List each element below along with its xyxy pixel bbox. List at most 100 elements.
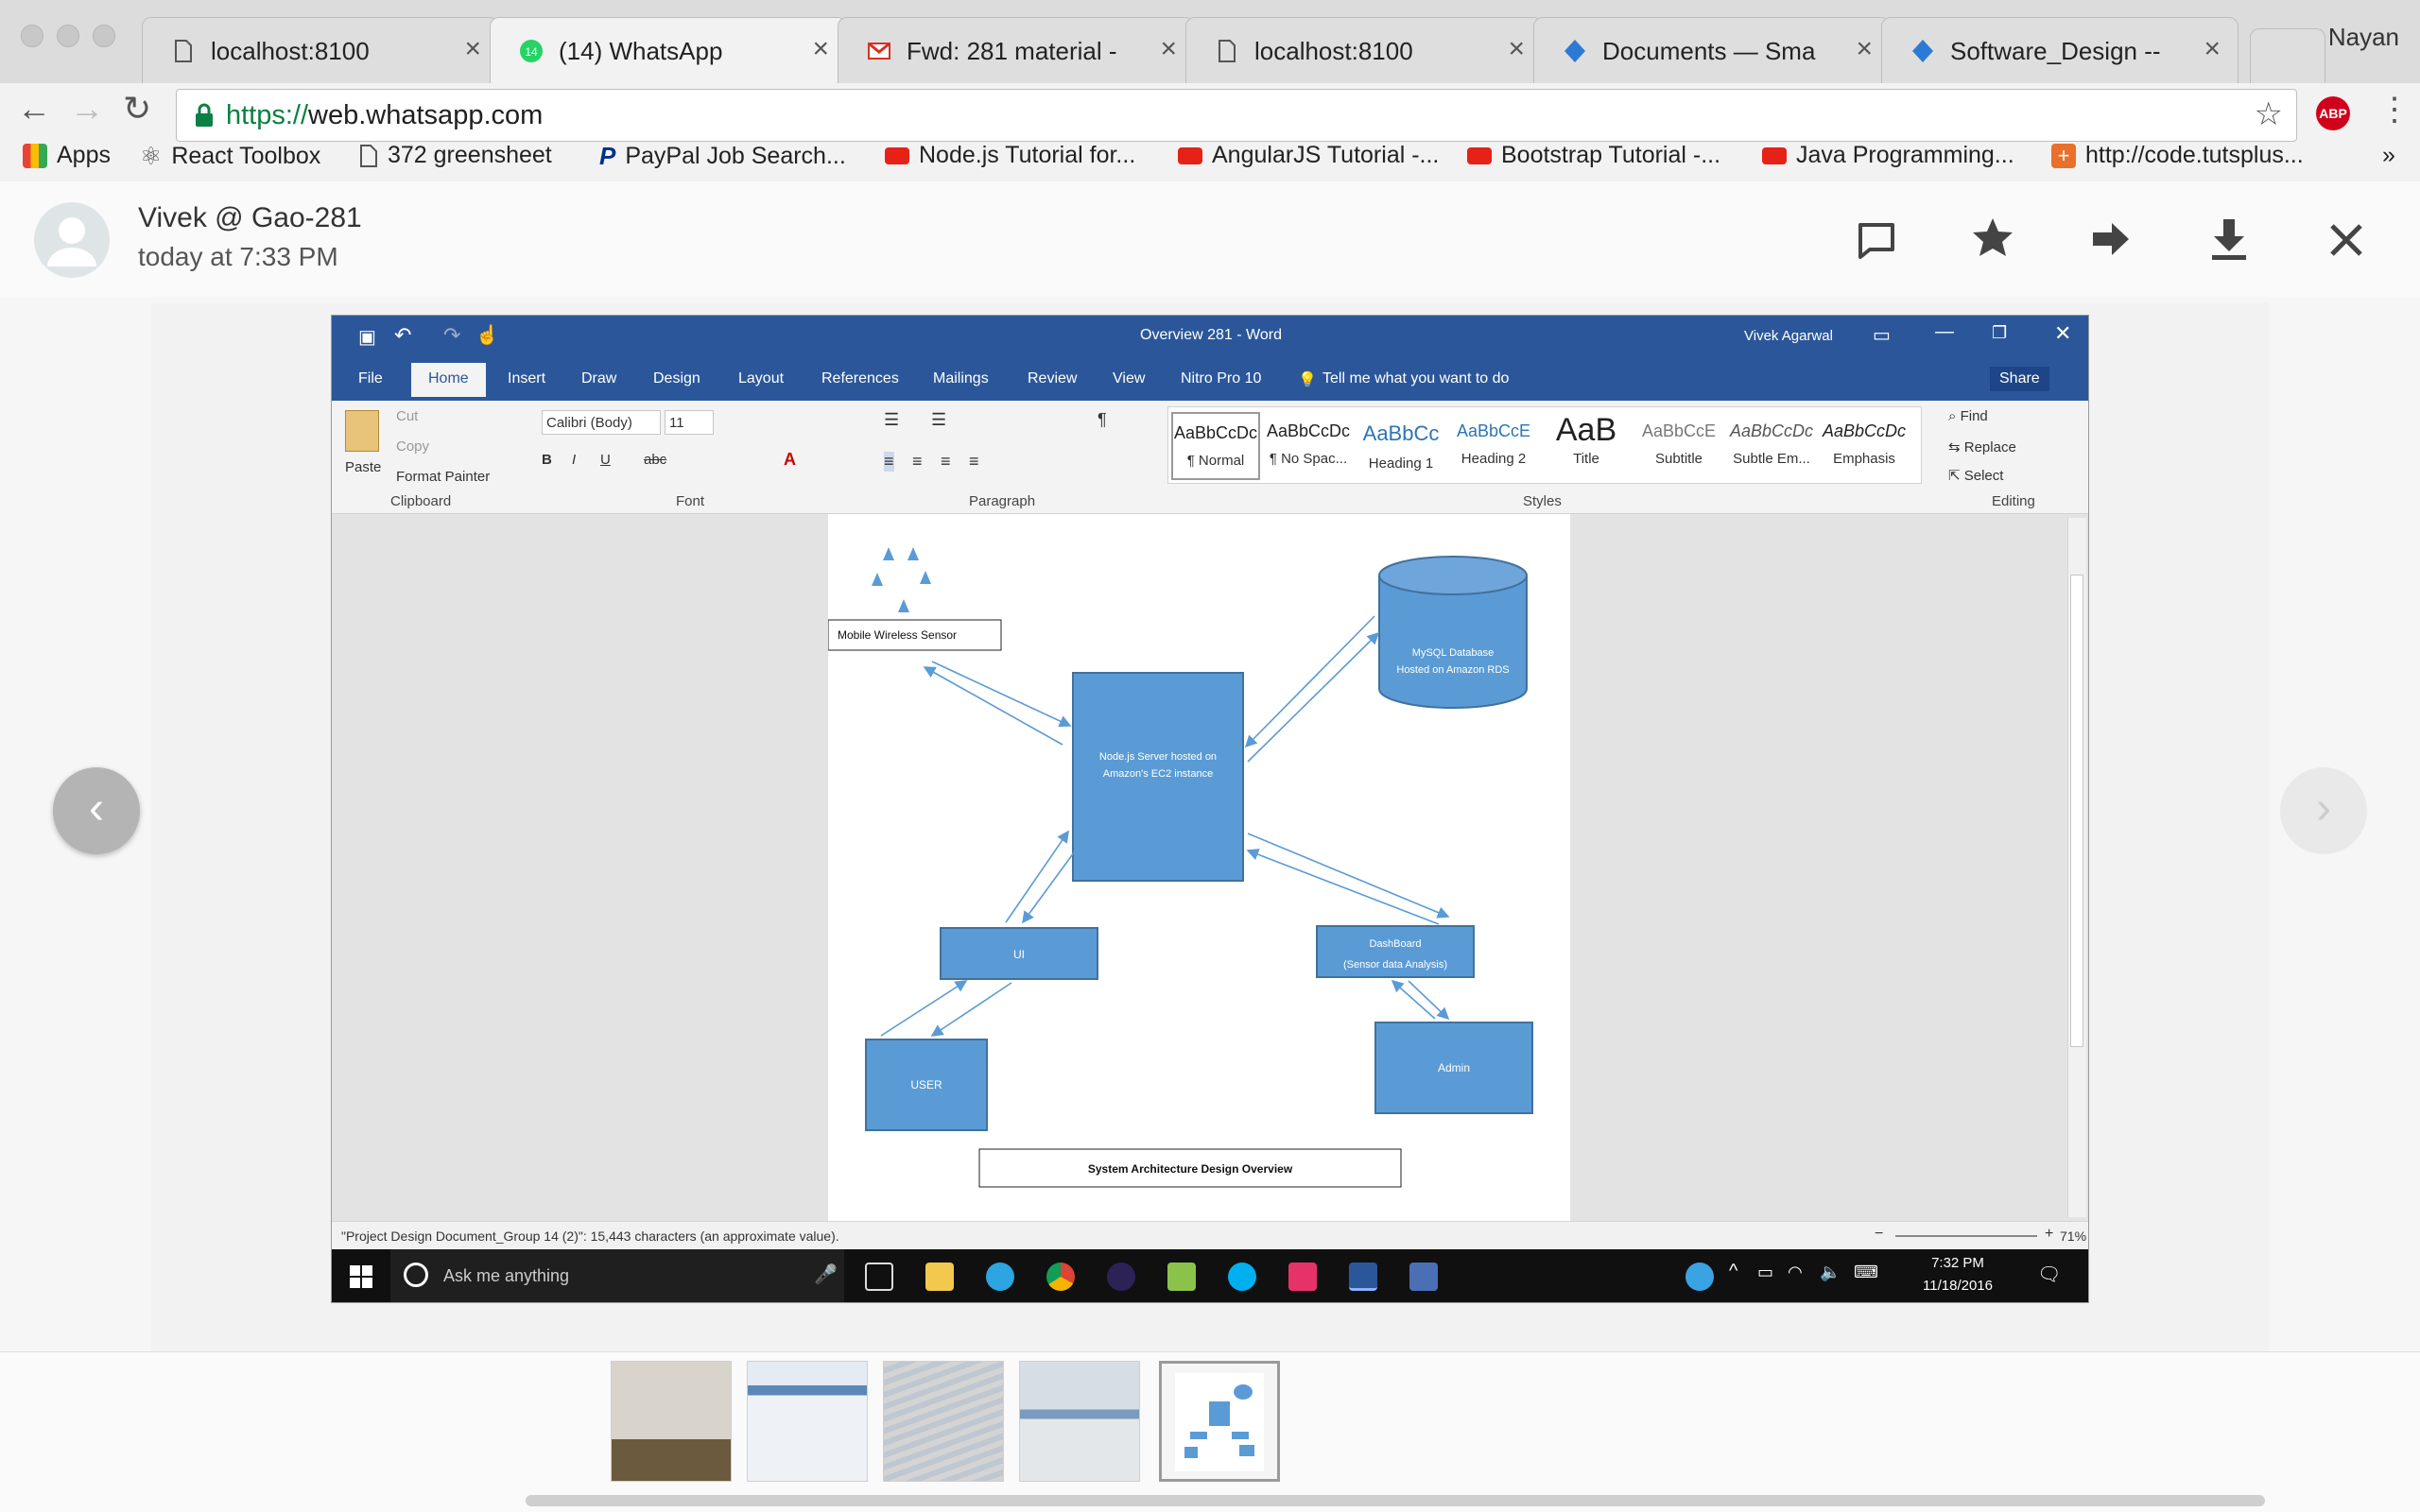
paste-label[interactable]: Paste (345, 459, 381, 475)
restore-icon[interactable]: ❐ (1992, 323, 2007, 343)
tab-references[interactable]: References (821, 370, 899, 387)
browser-tab[interactable]: localhost:8100 × (142, 17, 499, 83)
window-close-button[interactable] (21, 25, 43, 47)
back-arrow-icon[interactable]: ← (17, 89, 51, 129)
style-title[interactable]: AaB Title (1542, 412, 1631, 480)
vertical-scrollbar[interactable] (2067, 518, 2086, 1217)
replace-button[interactable]: ⇆ Replace (1948, 438, 2016, 455)
next-media-button[interactable]: › (2280, 767, 2367, 854)
cortana-search-box[interactable]: Ask me anything 🎤 (390, 1249, 844, 1302)
bookmark-item[interactable]: + http://code.tutsplus... (2051, 142, 2304, 169)
chevron-up-icon[interactable]: ^ (1729, 1261, 1737, 1282)
microphone-icon[interactable]: 🎤 (814, 1263, 838, 1286)
bookmark-star-icon[interactable]: ☆ (2255, 95, 2283, 133)
network-app-icon[interactable] (1409, 1263, 1438, 1291)
browser-tab-active[interactable]: 14 (14) WhatsApp × (490, 17, 847, 83)
spreadsheet-app-icon[interactable] (1167, 1263, 1196, 1291)
bookmark-item[interactable]: 372 greensheet (359, 142, 552, 169)
browser-tab[interactable]: localhost:8100 × (1185, 17, 1543, 83)
tab-nitro[interactable]: Nitro Pro 10 (1181, 370, 1261, 387)
tab-review[interactable]: Review (1028, 370, 1077, 387)
copy-button[interactable]: Copy (396, 438, 429, 455)
media-thumbnail-selected[interactable] (1159, 1361, 1280, 1482)
bookmark-item[interactable]: Bootstrap Tutorial -... (1467, 142, 1720, 169)
star-icon[interactable] (1970, 215, 2015, 261)
style-heading-1[interactable]: AaBbCc Heading 1 (1357, 412, 1445, 480)
bold-icon[interactable]: B (542, 452, 552, 468)
minimize-icon[interactable]: — (1935, 321, 1954, 343)
document-page[interactable]: Mobile Wireless Sensor MySQL Database Ho… (827, 514, 1570, 1221)
menu-kebab-icon[interactable]: ⋮ (2378, 91, 2411, 129)
account-name[interactable]: Vivek Agarwal (1744, 328, 1833, 344)
download-icon[interactable] (2208, 217, 2250, 261)
paste-icon[interactable] (345, 410, 379, 452)
zoom-percent[interactable]: 71% (2060, 1228, 2086, 1244)
media-thumbnail[interactable] (883, 1361, 1004, 1482)
tab-close-icon[interactable]: × (1160, 33, 1177, 65)
task-view-icon[interactable] (865, 1263, 893, 1291)
browser-tab[interactable]: Documents — SmartDr × (1533, 17, 1891, 83)
zoom-in-icon[interactable]: + (2045, 1226, 2053, 1243)
numbering-icon[interactable]: ☰ (931, 410, 946, 430)
telegram-icon[interactable] (986, 1263, 1014, 1291)
eclipse-icon[interactable] (1107, 1263, 1135, 1291)
tab-view[interactable]: View (1113, 370, 1145, 387)
media-thumbnail[interactable] (747, 1361, 868, 1482)
bookmark-item[interactable]: P PayPal Job Search... (599, 142, 846, 171)
tab-file[interactable]: File (358, 370, 383, 387)
style-no-spacing[interactable]: AaBbCcDc ¶ No Spac... (1264, 412, 1353, 480)
tab-draw[interactable]: Draw (581, 370, 616, 387)
window-minimize-button[interactable] (57, 25, 79, 47)
select-button[interactable]: ⇱ Select (1948, 467, 2003, 484)
bookmark-item[interactable]: Node.js Tutorial for... (885, 142, 1135, 169)
close-icon[interactable] (2327, 221, 2365, 259)
browser-tab[interactable]: Fwd: 281 material - na × (838, 17, 1195, 83)
media-thumbnail[interactable] (611, 1361, 732, 1482)
tab-close-icon[interactable]: × (1856, 33, 1873, 65)
comment-icon[interactable] (1855, 219, 1898, 263)
new-tab-button[interactable] (2250, 28, 2325, 83)
chrome-icon[interactable] (1046, 1263, 1075, 1291)
strikethrough-icon[interactable]: abc (644, 452, 666, 468)
bookmark-item[interactable]: ⚛ React Toolbox (140, 142, 320, 171)
notification-app-icon[interactable] (1685, 1263, 1714, 1291)
font-size-select[interactable]: 11 (665, 410, 714, 435)
window-zoom-button[interactable] (93, 25, 115, 47)
tab-close-icon[interactable]: × (464, 33, 481, 65)
windows-start-icon[interactable] (349, 1264, 373, 1289)
word-taskbar-icon[interactable] (1349, 1263, 1377, 1291)
previous-media-button[interactable]: ‹ (53, 767, 140, 854)
ribbon-display-icon[interactable]: ▭ (1873, 323, 1891, 347)
font-color-icon[interactable]: A (784, 450, 796, 470)
address-bar[interactable]: https://web.whatsapp.com ☆ (176, 89, 2297, 142)
style-emphasis[interactable]: AaBbCcDc Emphasis (1820, 412, 1909, 480)
intellij-icon[interactable] (1288, 1263, 1317, 1291)
bookmark-item[interactable]: Apps (23, 142, 111, 169)
italic-icon[interactable]: I (572, 452, 576, 468)
clock-date[interactable]: 11/18/2016 (1920, 1278, 1996, 1294)
align-left-icon[interactable]: ≡ (884, 452, 894, 472)
cut-button[interactable]: Cut (396, 408, 418, 424)
action-center-icon[interactable]: 🗨 (2037, 1263, 2061, 1286)
skype-icon[interactable] (1228, 1263, 1256, 1291)
style-heading-2[interactable]: AaBbCcE Heading 2 (1449, 412, 1538, 480)
pilcrow-icon[interactable]: ¶ (1098, 410, 1107, 430)
close-window-icon[interactable]: ✕ (2054, 321, 2071, 346)
profile-name[interactable]: Nayan (2328, 23, 2399, 52)
align-center-icon[interactable]: ≡ (912, 452, 923, 472)
browser-tab[interactable]: Software_Design -- Sm × (1881, 17, 2238, 83)
align-right-icon[interactable]: ≡ (941, 452, 951, 472)
tab-close-icon[interactable]: × (812, 33, 829, 65)
style-subtitle[interactable]: AaBbCcE Subtitle (1634, 412, 1723, 480)
reload-icon[interactable]: ↻ (123, 89, 151, 129)
volume-icon[interactable]: 🔈 (1820, 1263, 1841, 1282)
tell-me-box[interactable]: Tell me what you want to do (1322, 370, 1509, 387)
tab-insert[interactable]: Insert (508, 370, 545, 387)
horizontal-scrollbar[interactable] (526, 1495, 2265, 1506)
format-painter-button[interactable]: Format Painter (396, 469, 490, 485)
zoom-out-icon[interactable]: − (1875, 1226, 1883, 1243)
more-bookmarks-button[interactable]: » (2382, 142, 2395, 169)
battery-icon[interactable]: ▭ (1757, 1263, 1773, 1282)
wifi-icon[interactable]: ◠ (1788, 1263, 1803, 1282)
share-button[interactable]: Share (1990, 367, 2049, 391)
